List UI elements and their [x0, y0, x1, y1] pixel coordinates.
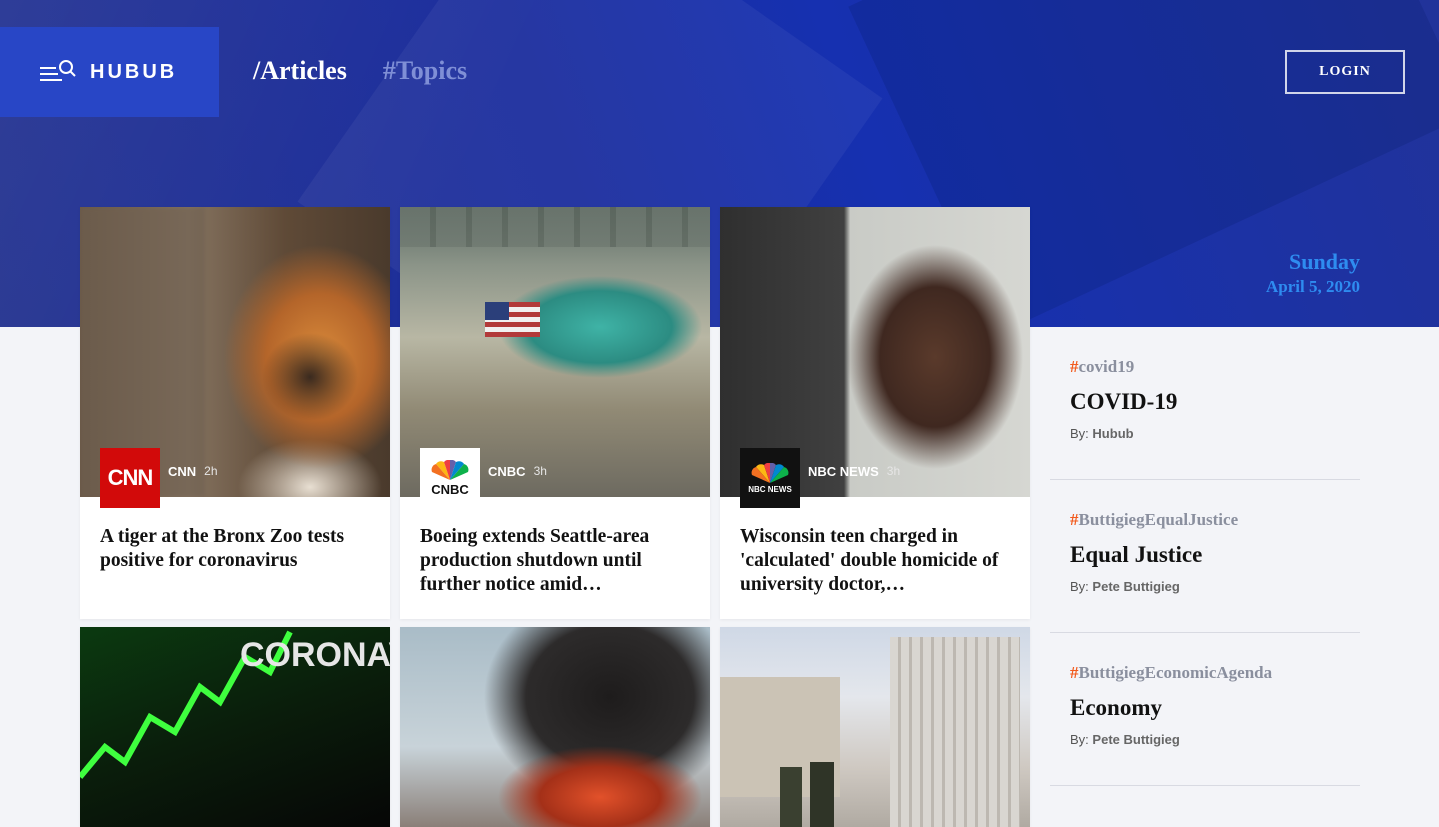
topic-item[interactable]: #ButtigiegEqualJustice Equal Justice By:… [1050, 480, 1360, 633]
topic-tag-text: ButtigiegEconomicAgenda [1078, 663, 1273, 682]
article-card[interactable] [400, 627, 710, 827]
article-source: CNBC CNBC 3h [420, 448, 547, 508]
cnbc-logo-text: CNBC [431, 481, 469, 497]
topic-tag[interactable]: #ButtigiegEqualJustice [1070, 510, 1238, 530]
article-image[interactable]: CORONAVI (COV [80, 627, 390, 827]
article-source: CNN CNN 2h [100, 448, 218, 508]
topic-author[interactable]: Hubub [1092, 426, 1133, 441]
article-card[interactable] [720, 627, 1030, 827]
byline-label: By: [1070, 579, 1089, 594]
topic-byline: By: Pete Buttigieg [1070, 579, 1180, 594]
article-image[interactable] [400, 627, 710, 827]
topic-byline: By: Pete Buttigieg [1070, 732, 1180, 747]
topic-tag[interactable]: #covid19 [1070, 357, 1134, 377]
topic-author[interactable]: Pete Buttigieg [1092, 579, 1179, 594]
topic-name[interactable]: Economy [1070, 695, 1162, 721]
menu-search-icon[interactable] [40, 59, 76, 85]
topic-name[interactable]: Equal Justice [1070, 542, 1202, 568]
topic-item[interactable]: #covid19 COVID-19 By: Hubub [1050, 327, 1360, 480]
topic-author[interactable]: Pete Buttigieg [1092, 732, 1179, 747]
article-title[interactable]: Boeing extends Seattle-area production s… [400, 497, 710, 619]
article-card[interactable]: NBC NEWS NBC NEWS 3h Wisconsin teen char… [720, 207, 1030, 619]
date-day: Sunday [1289, 249, 1360, 274]
date-full: April 5, 2020 [1266, 277, 1360, 296]
nav-articles[interactable]: /Articles [253, 56, 347, 86]
nav-topics[interactable]: #Topics [383, 56, 467, 86]
nbc-news-logo: NBC NEWS [740, 448, 800, 508]
article-image[interactable] [720, 627, 1030, 827]
coronavirus-banner-text: CORONAVI (COV [240, 637, 390, 673]
source-name: CNN [168, 463, 197, 479]
topic-item[interactable]: #ButtigiegEconomicAgenda Economy By: Pet… [1050, 633, 1360, 786]
brand-block[interactable]: HUBUB [0, 27, 219, 117]
main-nav: /Articles #Topics [253, 56, 467, 86]
cnn-logo-text: CNN [107, 465, 154, 490]
hubub-logo[interactable]: HUBUB [90, 61, 177, 84]
topic-tag-text: covid19 [1078, 357, 1135, 376]
cnbc-logo: CNBC [420, 448, 480, 508]
source-time: 3h [886, 464, 901, 478]
source-name: CNBC [488, 463, 526, 479]
topic-byline: By: Hubub [1070, 426, 1134, 441]
byline-label: By: [1070, 732, 1089, 747]
source-time: 2h [204, 464, 218, 478]
peacock-icon [431, 459, 469, 480]
topic-tag-text: ButtigiegEqualJustice [1078, 510, 1239, 529]
article-source: NBC NEWS NBC NEWS 3h [740, 448, 900, 508]
peacock-icon [751, 462, 789, 483]
article-title[interactable]: A tiger at the Bronx Zoo tests positive … [80, 497, 390, 619]
article-card[interactable]: CORONAVI (COV [80, 627, 390, 827]
article-card[interactable]: CNN CNN 2h A tiger at the Bronx Zoo test… [80, 207, 390, 619]
source-time: 3h [533, 464, 547, 478]
article-card[interactable]: CNBC CNBC 3h Boeing extends Seattle-area… [400, 207, 710, 619]
article-title[interactable]: Wisconsin teen charged in 'calculated' d… [720, 497, 1030, 619]
topic-name[interactable]: COVID-19 [1070, 389, 1177, 415]
login-button[interactable]: LOGIN [1285, 50, 1405, 94]
nbc-logo-text: NBC NEWS [748, 484, 792, 494]
byline-label: By: [1070, 426, 1089, 441]
cnn-logo: CNN [100, 448, 160, 508]
topic-tag[interactable]: #ButtigiegEconomicAgenda [1070, 663, 1272, 683]
source-name: NBC NEWS [808, 463, 879, 479]
